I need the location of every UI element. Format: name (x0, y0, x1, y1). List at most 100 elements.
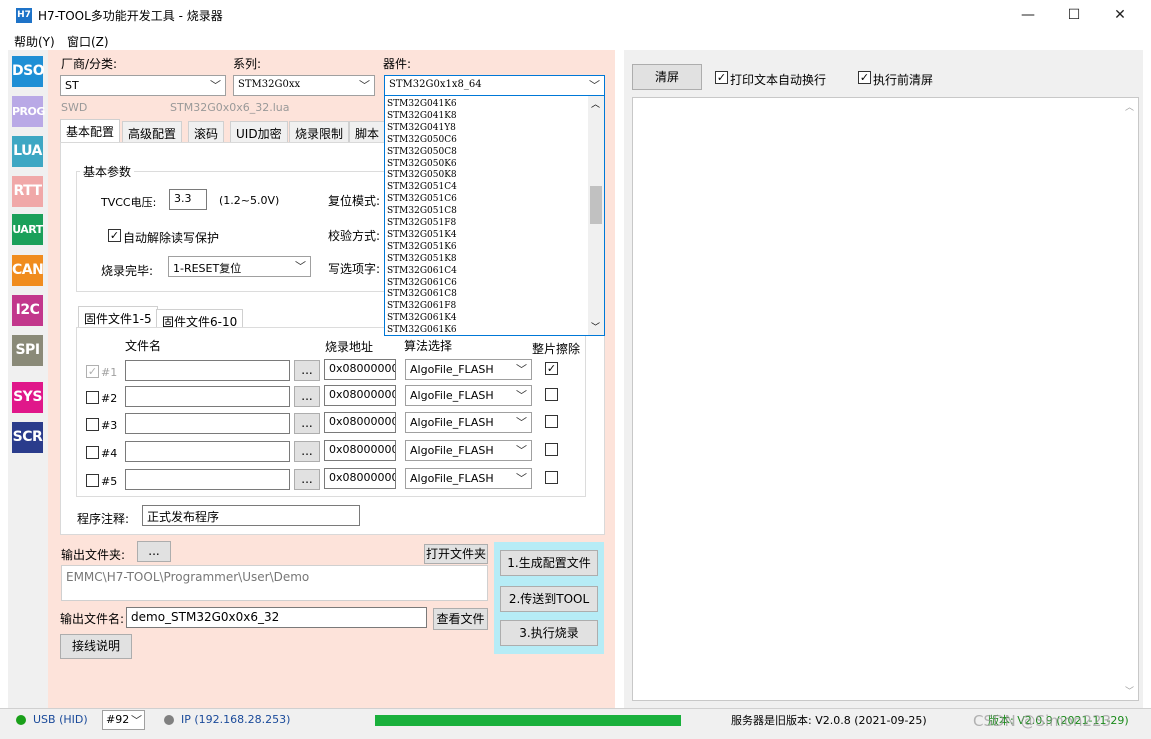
tab-rolling-code[interactable]: 滚码 (188, 121, 225, 142)
firmware-enable-checkbox[interactable] (86, 418, 99, 431)
scrollbar-thumb[interactable] (590, 186, 602, 224)
firmware-browse-button[interactable]: ... (294, 441, 320, 462)
tvcc-input[interactable]: 3.3 (169, 189, 207, 210)
firmware-address-input[interactable]: 0x08000000 (324, 359, 396, 380)
firmware-browse-button[interactable]: ... (294, 360, 320, 381)
full-erase-checkbox[interactable] (545, 415, 558, 428)
auto-unprotect-checkbox[interactable]: ✓ (108, 229, 121, 242)
sidebar-i2c-button[interactable]: I2C (12, 295, 43, 326)
device-option[interactable]: STM32G061C8 (387, 288, 457, 300)
device-option[interactable]: STM32G050K6 (387, 158, 457, 170)
sidebar-lua-button[interactable]: LUA (12, 136, 43, 167)
clear-before-checkbox[interactable]: ✓ (858, 71, 871, 84)
minimize-button[interactable]: — (1005, 0, 1051, 30)
device-option[interactable]: STM32G051F8 (387, 217, 456, 229)
device-option[interactable]: STM32G051K4 (387, 229, 457, 241)
device-option[interactable]: STM32G061C4 (387, 265, 457, 277)
chevron-up-icon[interactable]: ︿ (1125, 100, 1134, 113)
device-select[interactable]: STM32G0x1x8_64 ﹀ (384, 75, 605, 96)
transfer-to-tool-button[interactable]: 2.传送到TOOL (500, 586, 598, 612)
device-option[interactable]: STM32G061K6 (387, 324, 457, 335)
open-folder-button[interactable]: 打开文件夹 (424, 544, 488, 564)
menu-help[interactable]: 帮助(Y) (14, 33, 55, 50)
note-input[interactable]: 正式发布程序 (142, 505, 360, 526)
output-filename-input[interactable]: demo_STM32G0x0x6_32 (126, 607, 427, 628)
sidebar-scr-button[interactable]: SCR (12, 422, 43, 453)
device-option[interactable]: STM32G051K6 (387, 241, 457, 253)
sidebar-prog-button[interactable]: PROG (12, 96, 45, 127)
browse-folder-button[interactable]: ... (137, 541, 171, 562)
sidebar-spi-button[interactable]: SPI (12, 335, 43, 366)
firmware-browse-button[interactable]: ... (294, 469, 320, 490)
firmware-algo-select[interactable]: AlgoFile_FLASH ﹀ (405, 440, 532, 461)
tab-script[interactable]: 脚本 (349, 121, 386, 142)
menu-window[interactable]: 窗口(Z) (67, 33, 109, 50)
chevron-up-icon[interactable]: ︿ (591, 97, 600, 110)
device-dropdown-list[interactable]: STM32G041K6 STM32G041K8 STM32G041Y8 STM32G0… (384, 95, 605, 336)
firmware-browse-button[interactable]: ... (294, 413, 320, 434)
output-path[interactable]: EMMC\H7-TOOL\Programmer\User\Demo (61, 565, 488, 601)
device-option[interactable]: STM32G051K8 (387, 253, 457, 265)
firmware-algo-select[interactable]: AlgoFile_FLASH ﹀ (405, 359, 532, 380)
device-option[interactable]: STM32G051C4 (387, 181, 457, 193)
firmware-enable-checkbox[interactable] (86, 474, 99, 487)
firmware-filename-input[interactable] (125, 469, 290, 490)
firmware-address-input[interactable]: 0x08000000 (324, 412, 396, 433)
console-scrollbar[interactable]: ︿ ﹀ (1122, 98, 1138, 700)
firmware-algo-select[interactable]: AlgoFile_FLASH ﹀ (405, 468, 532, 489)
tab-firmware-6-10[interactable]: 固件文件6-10 (156, 309, 244, 329)
series-select[interactable]: STM32G0xx ﹀ (233, 75, 375, 96)
sidebar-rtt-button[interactable]: RTT (12, 176, 43, 207)
firmware-algo-select[interactable]: AlgoFile_FLASH ﹀ (405, 385, 532, 406)
tab-advanced[interactable]: 高级配置 (122, 121, 183, 142)
firmware-address-input[interactable]: 0x08000000 (324, 468, 396, 489)
vendor-select[interactable]: ST ﹀ (60, 75, 226, 96)
full-erase-checkbox[interactable] (545, 443, 558, 456)
auto-wrap-checkbox[interactable]: ✓ (715, 71, 728, 84)
device-option[interactable]: STM32G050C8 (387, 146, 457, 158)
sidebar-uart-button[interactable]: UART (12, 214, 43, 245)
firmware-browse-button[interactable]: ... (294, 386, 320, 407)
full-erase-checkbox[interactable]: ✓ (545, 362, 558, 375)
firmware-filename-input[interactable] (125, 441, 290, 462)
chevron-down-icon[interactable]: ﹀ (591, 320, 600, 333)
firmware-filename-input[interactable] (125, 360, 290, 381)
firmware-algo-select[interactable]: AlgoFile_FLASH ﹀ (405, 412, 532, 433)
device-option[interactable]: STM32G041K8 (387, 110, 457, 122)
view-file-button[interactable]: 查看文件 (433, 608, 488, 630)
tab-limit[interactable]: 烧录限制 (289, 121, 350, 142)
device-option[interactable]: STM32G051C8 (387, 205, 457, 217)
device-number-select[interactable]: #92 ﹀ (102, 710, 145, 730)
clear-console-button[interactable]: 清屏 (632, 64, 702, 90)
generate-config-button[interactable]: 1.生成配置文件 (500, 550, 598, 576)
console-output[interactable]: ︿ ﹀ (632, 97, 1139, 701)
firmware-enable-checkbox[interactable] (86, 446, 99, 459)
finish-select[interactable]: 1-RESET复位 ﹀ (168, 256, 311, 277)
tab-basic[interactable]: 基本配置 (60, 119, 121, 142)
tab-firmware-1-5[interactable]: 固件文件1-5 (78, 306, 158, 328)
chevron-down-icon[interactable]: ﹀ (1125, 684, 1134, 697)
device-option[interactable]: STM32G050K8 (387, 169, 457, 181)
close-button[interactable]: ✕ (1097, 0, 1143, 30)
device-option[interactable]: STM32G061K4 (387, 312, 457, 324)
device-option[interactable]: STM32G051C6 (387, 193, 457, 205)
maximize-button[interactable]: ☐ (1051, 0, 1097, 30)
firmware-address-input[interactable]: 0x08000000 (324, 385, 396, 406)
sidebar-dso-button[interactable]: DSO (12, 56, 45, 87)
device-option[interactable]: STM32G061C6 (387, 277, 457, 289)
dropdown-scrollbar[interactable]: ︿ ﹀ (588, 96, 604, 335)
firmware-address-input[interactable]: 0x08000000 (324, 440, 396, 461)
device-option[interactable]: STM32G041Y8 (387, 122, 456, 134)
sidebar-sys-button[interactable]: SYS (12, 382, 43, 413)
device-option[interactable]: STM32G050C6 (387, 134, 457, 146)
full-erase-checkbox[interactable] (545, 471, 558, 484)
device-option[interactable]: STM32G061F8 (387, 300, 456, 312)
firmware-filename-input[interactable] (125, 386, 290, 407)
tab-uid-encrypt[interactable]: UID加密 (230, 121, 288, 142)
firmware-enable-checkbox[interactable]: ✓ (86, 365, 99, 378)
device-option[interactable]: STM32G041K6 (387, 98, 457, 110)
firmware-enable-checkbox[interactable] (86, 391, 99, 404)
firmware-filename-input[interactable] (125, 413, 290, 434)
execute-program-button[interactable]: 3.执行烧录 (500, 620, 598, 646)
wiring-guide-button[interactable]: 接线说明 (60, 634, 132, 659)
